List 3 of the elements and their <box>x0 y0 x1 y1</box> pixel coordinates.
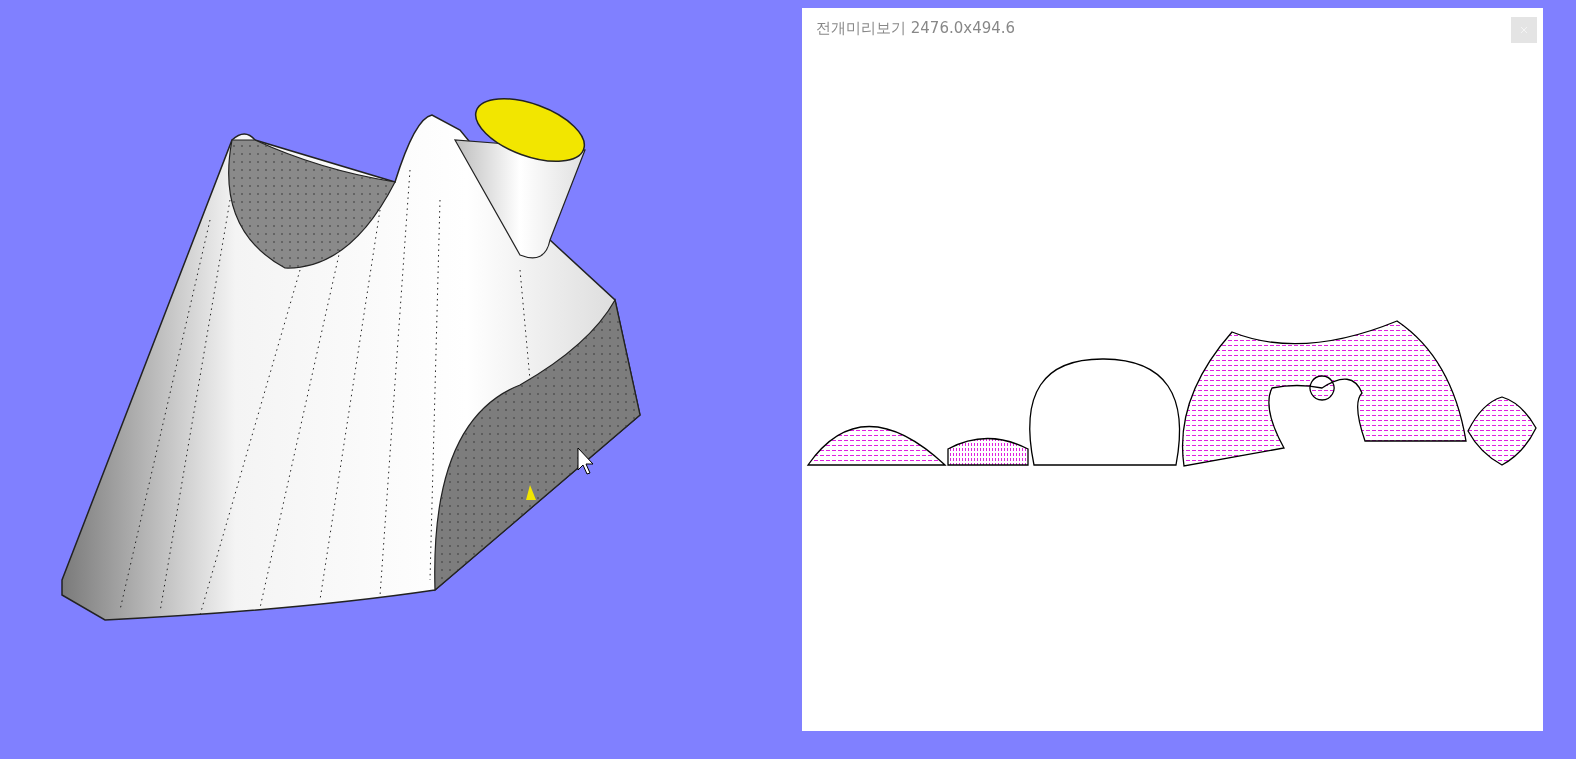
cursor-icon <box>577 447 594 475</box>
cone-model-drawing[interactable] <box>61 98 641 621</box>
panel-title: 전개미리보기 2476.0x494.6 <box>816 18 1016 38</box>
